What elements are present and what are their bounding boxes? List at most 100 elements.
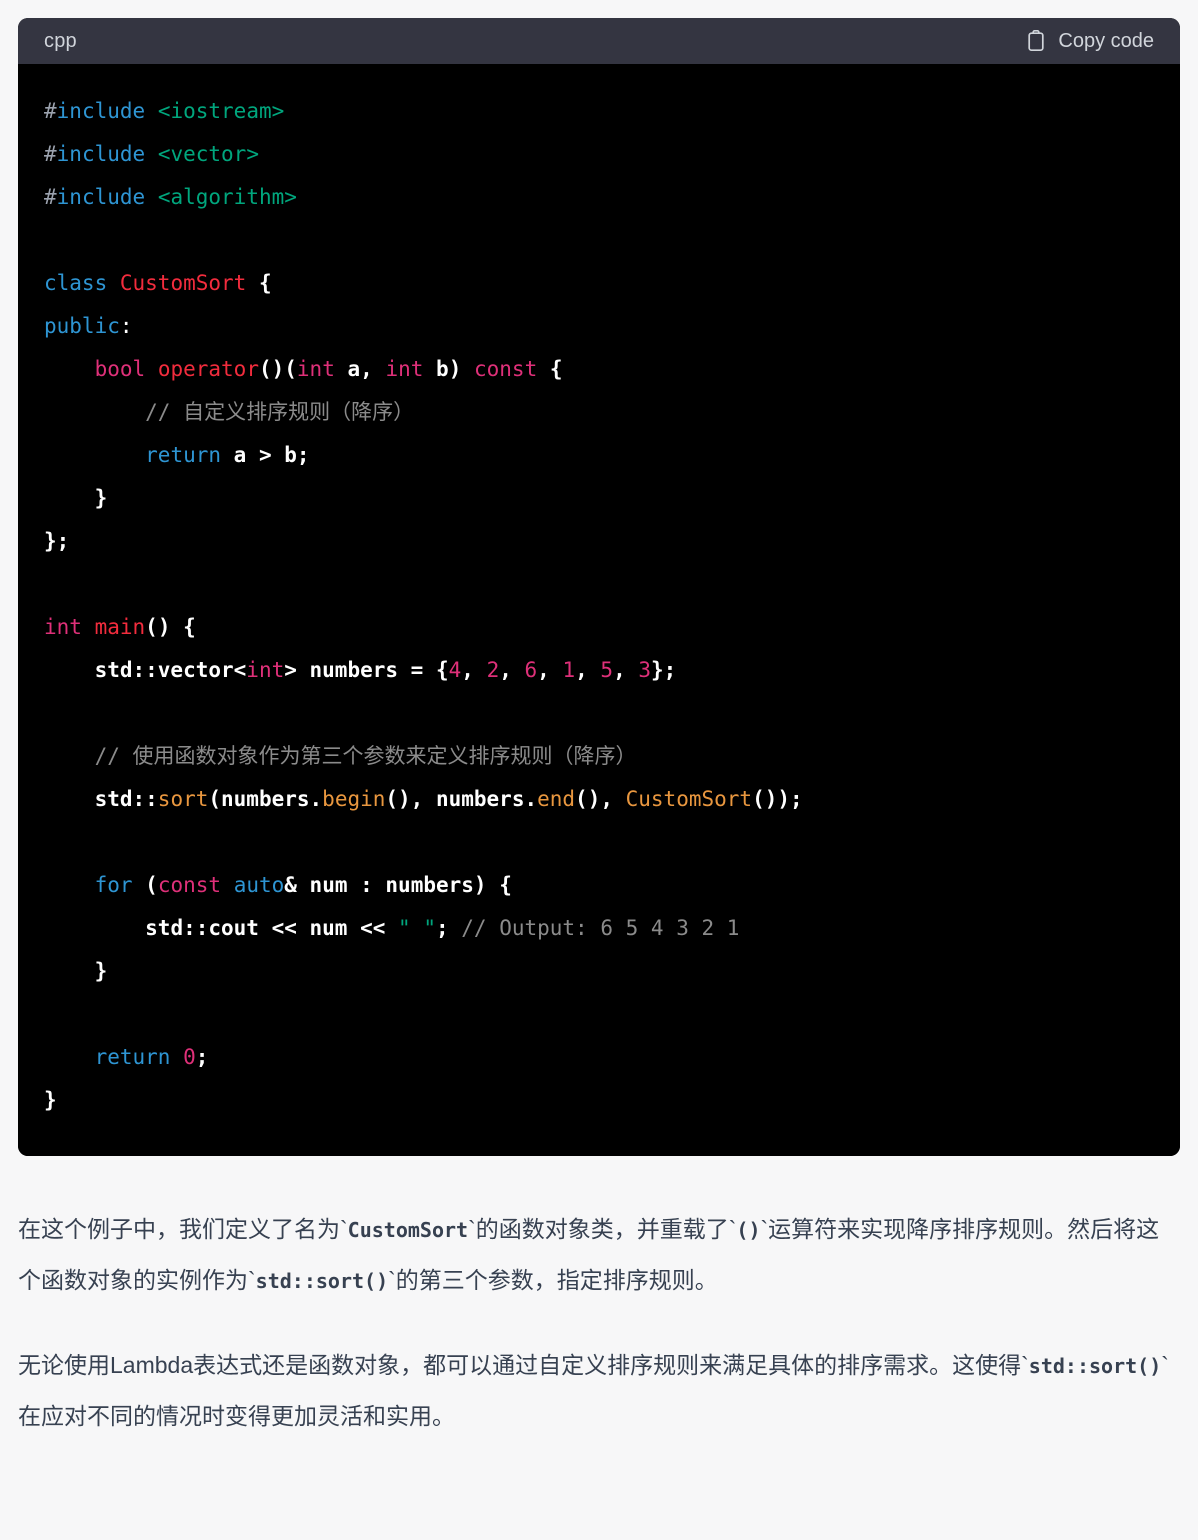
copy-code-label: Copy code (1058, 29, 1154, 52)
code-token: include (56, 142, 146, 166)
code-token: class (44, 271, 108, 295)
code-line: #include <algorithm> (44, 176, 1154, 219)
code-token: int (44, 615, 82, 639)
code-token: main (94, 615, 146, 639)
code-line: // 自定义排序规则（降序） (44, 391, 1154, 434)
code-token: begin (322, 787, 386, 811)
code-token: // 自定义排序规则（降序） (145, 400, 415, 424)
code-token: # (44, 99, 57, 123)
paragraph-text: 在这个例子中，我们定义了名为` (18, 1216, 348, 1242)
code-line: } (44, 950, 1154, 993)
code-line: std::sort(numbers.begin(), numbers.end()… (44, 778, 1154, 821)
explanation-text: 在这个例子中，我们定义了名为`CustomSort`的函数对象类，并重载了`()… (18, 1156, 1180, 1441)
code-token: (), numbers. (385, 787, 538, 811)
code-line: #include <vector> (44, 133, 1154, 176)
paragraph: 无论使用Lambda表达式还是函数对象，都可以通过自定义排序规则来满足具体的排序… (18, 1340, 1180, 1441)
paragraph-text: 无论使用Lambda表达式还是函数对象，都可以通过自定义排序规则来满足具体的排序… (18, 1352, 1029, 1378)
code-token: , (575, 658, 601, 682)
inline-code: std::sort() (255, 1269, 389, 1293)
code-token: // 使用函数对象作为第三个参数来定义排序规则（降序） (94, 744, 637, 768)
code-language-label: cpp (44, 29, 77, 52)
code-token: , (360, 357, 386, 381)
code-token: 1 (562, 658, 576, 682)
code-block-header: cpp Copy code (18, 18, 1180, 64)
paragraph: 在这个例子中，我们定义了名为`CustomSort`的函数对象类，并重载了`()… (18, 1204, 1180, 1306)
code-token: 0 (183, 1045, 196, 1069)
code-line: class CustomSort { (44, 262, 1154, 305)
code-line: }; (44, 520, 1154, 563)
copy-code-button[interactable]: Copy code (1024, 26, 1156, 57)
code-token: # (44, 142, 57, 166)
code-token: , (613, 658, 639, 682)
code-token: > numbers = { (284, 658, 449, 682)
code-line: #include <iostream> (44, 90, 1154, 133)
code-token: auto (233, 873, 285, 897)
code-line: // 使用函数对象作为第三个参数来定义排序规则（降序） (44, 735, 1154, 778)
code-token: std::cout << num << (145, 916, 399, 940)
inline-code: std::sort() (1028, 1354, 1162, 1378)
code-line: bool operator()(int a, int b) const { (44, 348, 1154, 391)
code-token: include (56, 185, 146, 209)
code-token: ; (435, 916, 462, 940)
code-token: // Output: 6 5 4 3 2 1 (461, 916, 740, 940)
code-token: sort (157, 787, 209, 811)
code-token: , (499, 658, 525, 682)
code-token: a > b; (233, 443, 310, 467)
code-token: } (94, 486, 108, 510)
code-token: return (94, 1045, 171, 1069)
code-token: for (94, 873, 133, 897)
code-token: include (56, 99, 146, 123)
code-token: int (385, 357, 424, 381)
code-token: } (94, 959, 108, 983)
code-line: return a > b; (44, 434, 1154, 477)
code-token: public (44, 314, 120, 338)
code-token: 5 (600, 658, 614, 682)
code-content[interactable]: #include <iostream> #include <vector> #inc… (18, 64, 1180, 1156)
code-token: std:: (94, 787, 158, 811)
code-token: 4 (448, 658, 462, 682)
code-token: const (157, 873, 222, 897)
code-token: <iostream> (157, 99, 285, 123)
code-token: ; (195, 1045, 209, 1069)
code-token: b (436, 357, 449, 381)
code-token: end (537, 787, 576, 811)
code-token: <vector> (157, 142, 259, 166)
code-token: CustomSort (625, 787, 753, 811)
code-line: int main() { (44, 606, 1154, 649)
code-token: 6 (524, 658, 538, 682)
code-token: int (296, 357, 335, 381)
code-token: & num : numbers) { (284, 873, 512, 897)
code-token: , (461, 658, 487, 682)
code-token: }; (44, 529, 70, 553)
code-line: } (44, 1079, 1154, 1122)
code-token: return (145, 443, 222, 467)
code-line: for (const auto& num : numbers) { (44, 864, 1154, 907)
code-token: # (44, 185, 57, 209)
code-token: 3 (638, 658, 652, 682)
code-token: (numbers. (208, 787, 323, 811)
code-line: return 0; (44, 1036, 1154, 1079)
code-token: a (347, 357, 361, 381)
code-token: " " (398, 916, 436, 940)
code-line: std::cout << num << " "; // Output: 6 5 … (44, 907, 1154, 950)
code-line: public: (44, 305, 1154, 348)
code-token: CustomSort (119, 271, 247, 295)
